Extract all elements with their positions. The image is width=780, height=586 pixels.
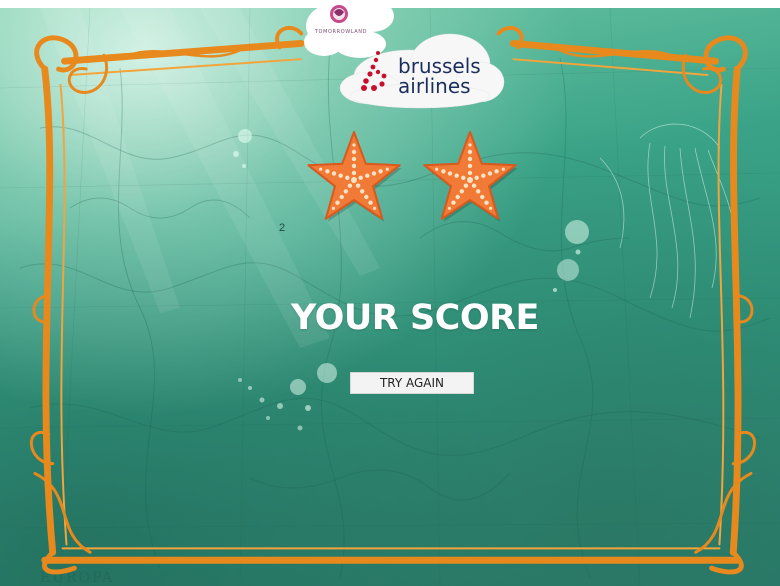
tomorrowland-logo-text: TOMORROWLAND [314, 29, 368, 35]
level-number: 2 [279, 222, 286, 234]
airline-name-line2: airlines [398, 74, 471, 98]
airline-name-line1: brussels [398, 54, 481, 78]
brussels-airlines-logo-text: brussels airlines [398, 56, 481, 96]
score-title: YOUR SCORE [291, 298, 539, 338]
tomorrowland-emblem-icon [330, 5, 348, 23]
try-again-button[interactable]: TRY AGAIN [350, 372, 474, 394]
